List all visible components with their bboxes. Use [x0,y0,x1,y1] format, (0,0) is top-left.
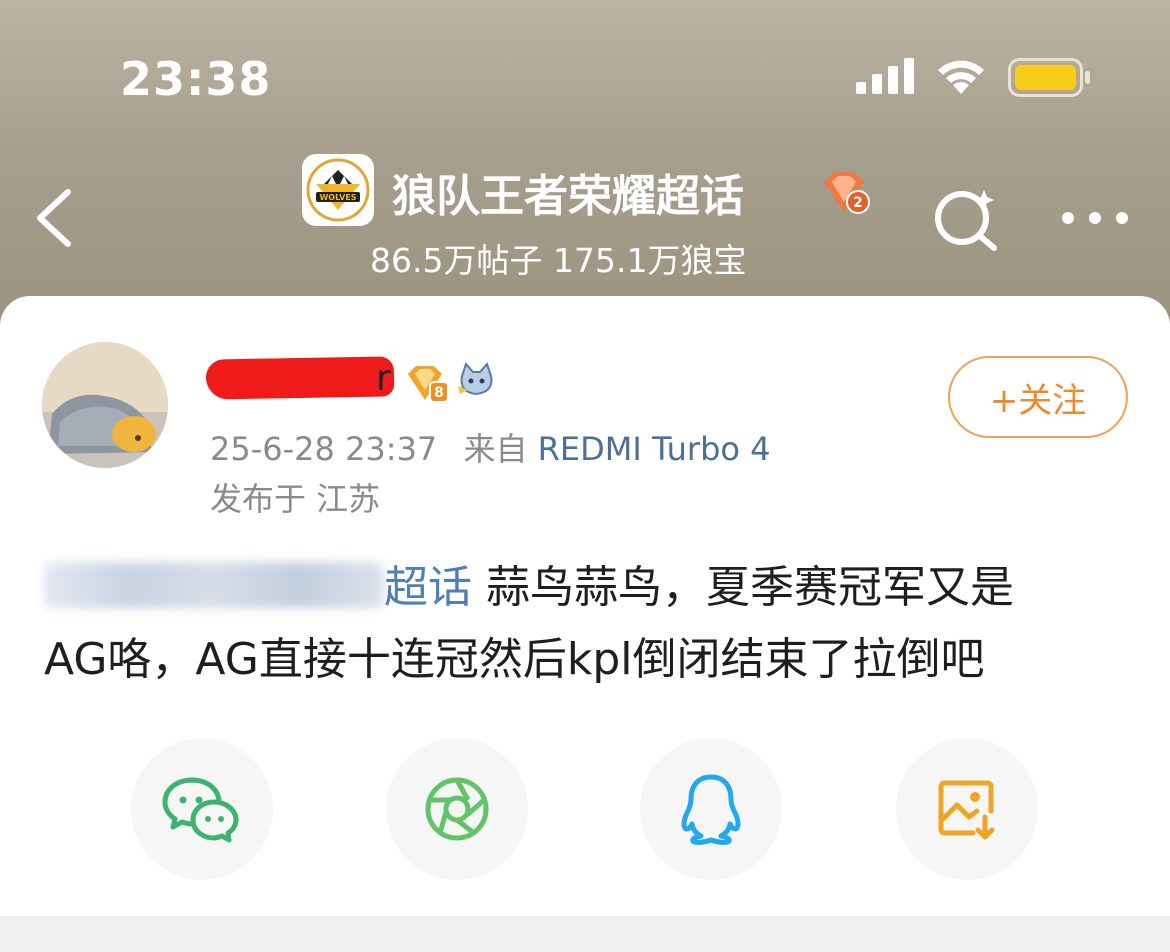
bottom-strip [0,916,1170,952]
wolves-logo-icon: WOLVES [306,158,370,222]
share-qq-button[interactable] [640,738,782,880]
user-level-badge: 8 [408,366,449,403]
battery-icon [1008,58,1090,97]
save-image-button[interactable] [896,738,1038,880]
cat-badge-icon [458,362,493,396]
cellular-signal-icon [856,58,914,94]
post-text-line1: 蒜鸟蒜鸟，夏季赛冠军又是 [472,562,1014,613]
super-topic-level-badge: 2 [824,172,870,214]
username-redacted[interactable] [205,356,395,400]
wifi-icon [938,60,984,94]
logo-text: WOLVES [319,193,356,202]
post-text-line2: AG咯，AG直接十连冠然后kpl倒闭结束了拉倒吧 [44,634,985,685]
avatar[interactable] [42,342,168,468]
source-prefix: 来自 [463,430,528,468]
level-number: 2 [853,195,863,211]
back-button[interactable] [30,186,80,250]
wechat-icon [162,777,239,843]
status-time: 23:38 [120,52,272,106]
post-meta: 25-6-28 23:37 来自 REDMI Turbo 4 [210,424,771,470]
user-level-number: 8 [434,385,444,401]
device-link[interactable]: REDMI Turbo 4 [538,430,771,468]
avatar-image [42,342,168,468]
post-content: 超话 蒜鸟蒜鸟，夏季赛冠军又是 AG咯，AG直接十连冠然后kpl倒闭结束了拉倒吧 [44,552,1134,696]
save-image-icon [938,780,995,840]
follow-button[interactable]: +关注 [948,356,1128,438]
page-title[interactable]: 狼队王者荣耀超话 [392,160,744,224]
group-stats: 86.5万帖子 175.1万狼宝 [370,241,747,280]
more-options-button[interactable] [1060,208,1130,228]
username-tail[interactable]: r [376,358,391,399]
post-location: 发布于 江苏 [210,480,381,518]
qq-icon [681,774,741,845]
share-moments-button[interactable] [386,738,528,880]
sparkle-icon [974,190,994,210]
topic-tag-link[interactable]: 超话 [384,562,472,613]
search-button[interactable] [932,186,1002,252]
group-logo[interactable]: WOLVES [302,154,374,226]
moments-icon [425,777,489,841]
post-timestamp: 25-6-28 23:37 [210,430,438,468]
share-wechat-button[interactable] [131,738,273,880]
